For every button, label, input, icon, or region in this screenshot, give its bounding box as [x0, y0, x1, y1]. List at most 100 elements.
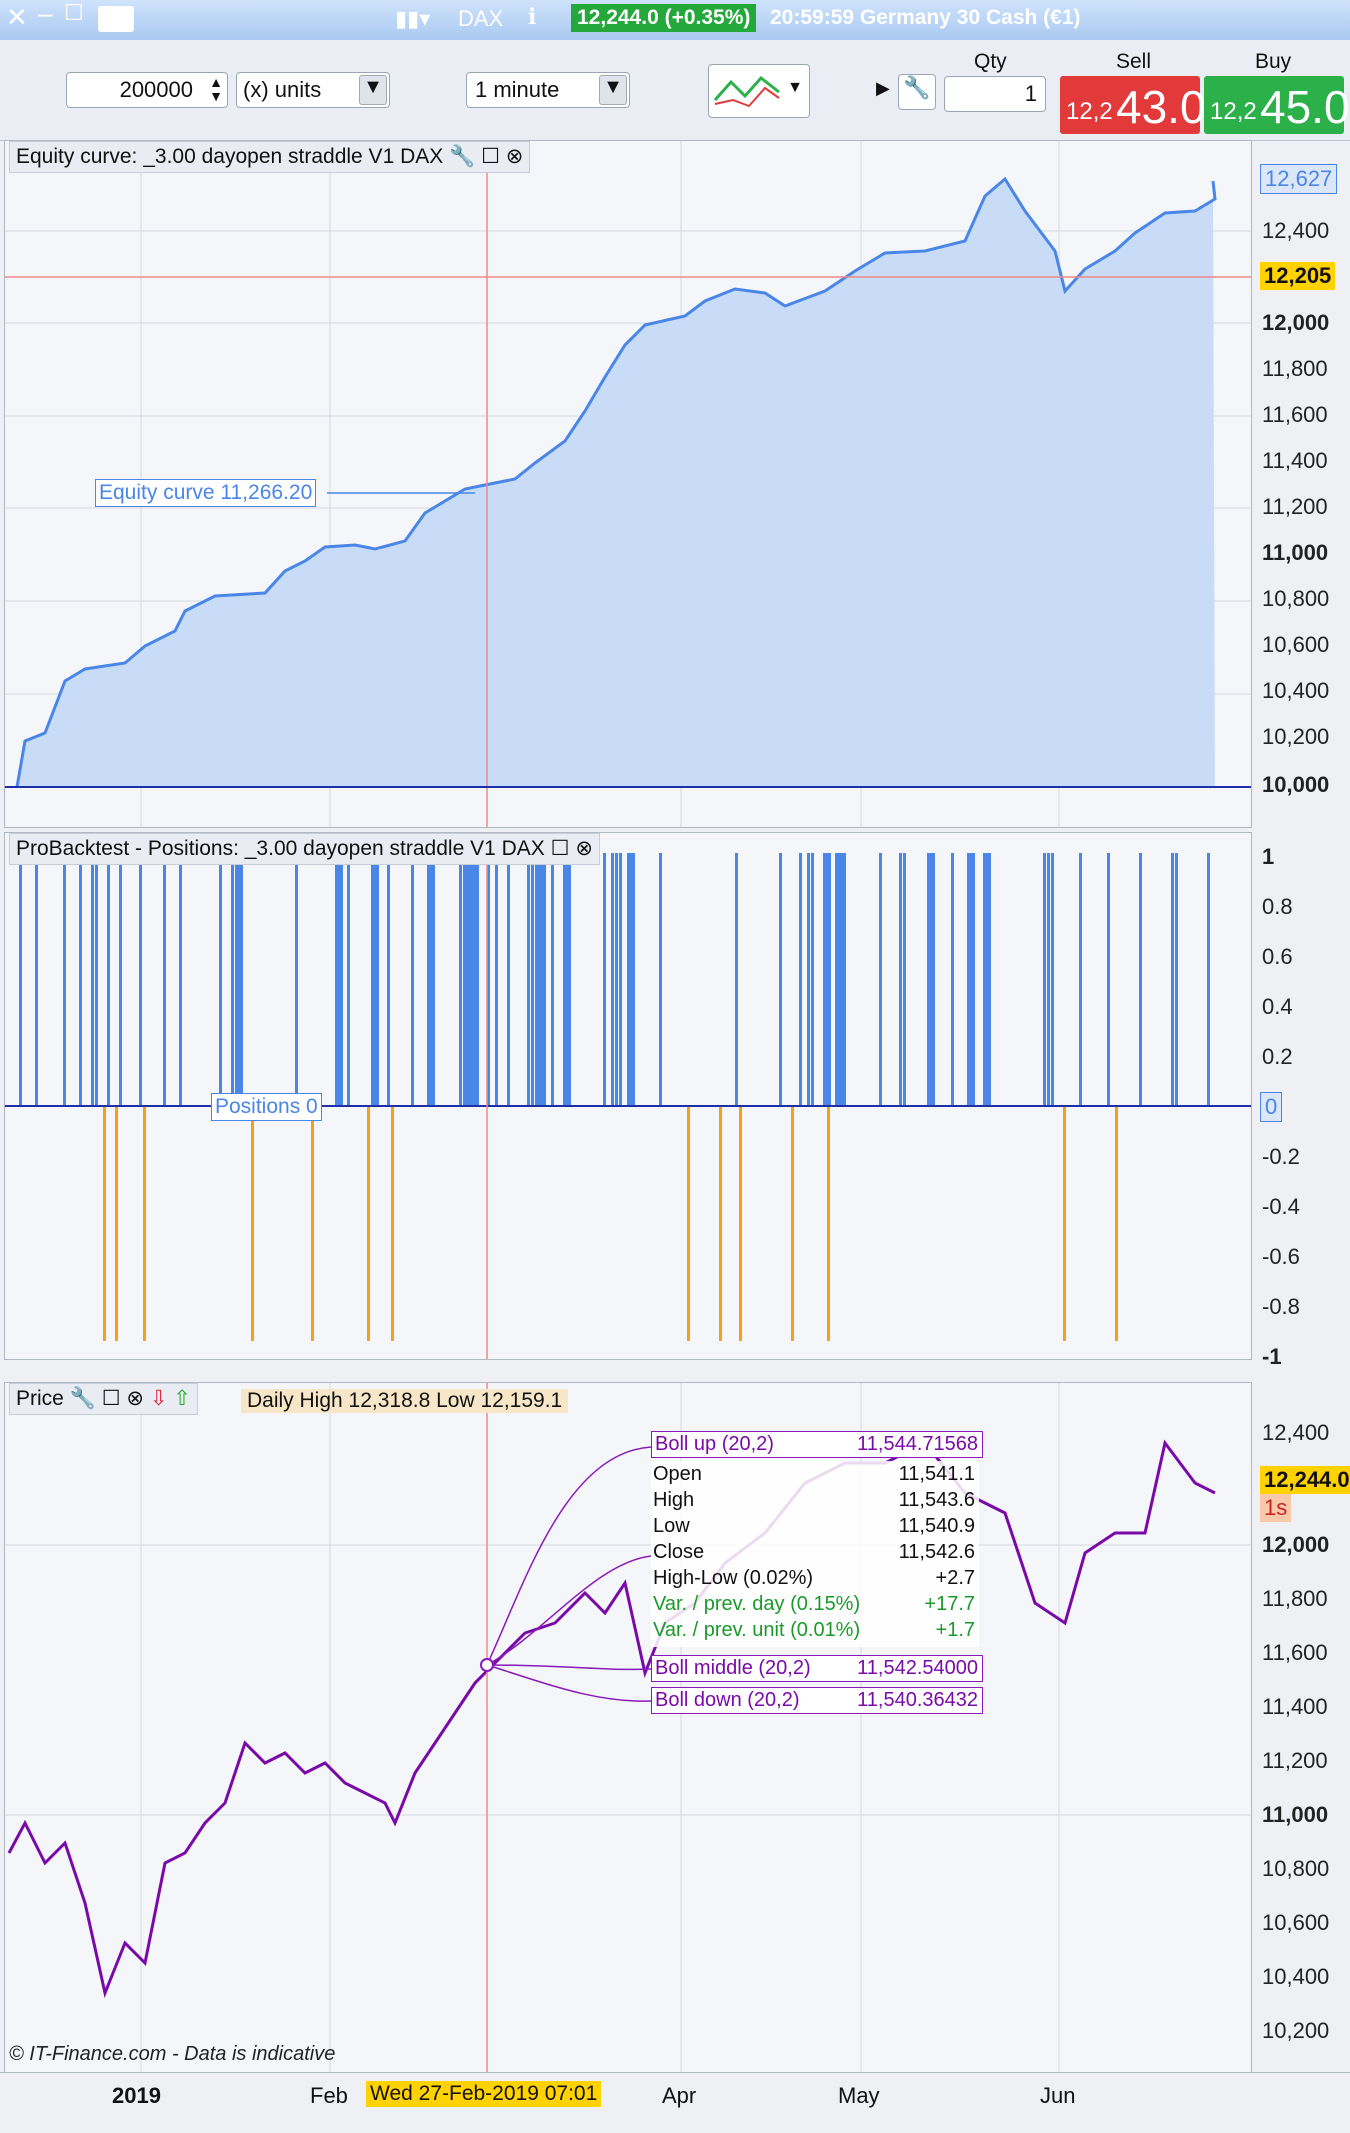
buy-button[interactable]: 12,2 45.0: [1204, 76, 1350, 134]
keyboard-icon[interactable]: [98, 6, 134, 32]
long-position-bar: [811, 853, 814, 1106]
timeframe-select[interactable]: 1 minute ▼: [466, 72, 630, 108]
qty-input[interactable]: 1: [944, 76, 1046, 112]
sell-label: Sell: [1116, 50, 1152, 73]
tick: 10,200: [1262, 724, 1330, 749]
wrench-icon[interactable]: 🔧: [70, 1387, 96, 1410]
price-panel[interactable]: Price 🔧 ☐ ⊗ ⇩ ⇧ Daily High 12,318.8 Low …: [4, 1382, 1252, 2074]
tick: 0.8: [1262, 894, 1293, 919]
close-window-icon[interactable]: ✕: [6, 2, 28, 33]
positions-title: ProBacktest - Positions: _3.00 dayopen s…: [16, 837, 545, 860]
long-position-bar: [219, 853, 222, 1106]
copyright: © IT-Finance.com - Data is indicative: [9, 2043, 336, 2065]
buy-prefix: 12,2: [1210, 98, 1257, 125]
chevron-down-icon[interactable]: ▼: [787, 79, 803, 97]
long-position-bar: [495, 853, 498, 1106]
tick: 10,000: [1262, 772, 1330, 797]
positions-chart: [5, 833, 1251, 1359]
long-position-bar: [91, 853, 94, 1106]
price-title: Price: [16, 1387, 64, 1410]
units-select[interactable]: (x) units ▼: [236, 72, 390, 108]
long-position-bar: [95, 853, 98, 1106]
tick: -0.8: [1262, 1294, 1300, 1319]
tick: 11,800: [1262, 356, 1328, 381]
chart-type-icon[interactable]: ▮▮▾: [395, 6, 430, 32]
cursor-point: [480, 1658, 494, 1672]
long-position-bar: [659, 853, 662, 1106]
tick: 1: [1262, 844, 1275, 869]
tick: 10,200: [1262, 2018, 1330, 2043]
long-position-bar: [79, 853, 82, 1106]
tick: 0.4: [1262, 994, 1293, 1019]
short-position-bar: [791, 1106, 794, 1341]
high-label: High: [653, 1489, 695, 1511]
close-panel-icon[interactable]: ⊗: [126, 1387, 144, 1410]
long-position-bar: [335, 853, 343, 1106]
sell-button[interactable]: 12,2 43.0: [1060, 76, 1206, 134]
boll-up-value: 11,544.71568: [857, 1433, 978, 1455]
maximize-panel-icon[interactable]: ☐: [481, 145, 500, 168]
arrow-down-icon[interactable]: ⇩: [150, 1387, 168, 1410]
tick: 11,800: [1262, 1586, 1328, 1611]
long-position-bar: [823, 853, 831, 1106]
minimize-window-icon[interactable]: –: [38, 0, 52, 29]
indicator-button[interactable]: ▼: [708, 64, 810, 118]
long-position-bar: [1171, 853, 1174, 1106]
short-position-bar: [827, 1106, 830, 1341]
daily-high-low: Daily High 12,318.8 Low 12,159.1: [241, 1389, 569, 1413]
low-label: Low: [653, 1515, 690, 1537]
long-position-bar: [235, 853, 243, 1106]
long-position-bar: [1175, 853, 1178, 1106]
tick: 12,400: [1262, 218, 1330, 243]
maximize-window-icon[interactable]: ☐: [64, 0, 84, 26]
symbol-label[interactable]: DAX: [458, 6, 503, 32]
timeframe-value: 1 minute: [475, 77, 560, 102]
long-position-bar: [983, 853, 991, 1106]
equity-curve-panel[interactable]: Equity curve: _3.00 dayopen straddle V1 …: [4, 140, 1252, 828]
tick: 0.2: [1262, 1044, 1293, 1069]
qty-label: Qty: [974, 50, 1007, 73]
long-position-bar: [879, 853, 882, 1106]
long-position-bar: [163, 853, 166, 1106]
wrench-icon[interactable]: 🔧: [449, 145, 475, 168]
long-position-bar: [347, 853, 350, 1106]
chevron-down-icon[interactable]: ▼: [599, 75, 627, 105]
tick: -0.4: [1262, 1194, 1300, 1219]
long-position-bar: [467, 853, 470, 1106]
close-panel-icon[interactable]: ⊗: [506, 145, 524, 168]
long-position-bar: [1051, 853, 1054, 1106]
long-position-bar: [551, 853, 554, 1106]
sell-price: 43.0: [1116, 81, 1206, 133]
play-icon[interactable]: ▶: [876, 78, 890, 99]
long-position-bar: [615, 853, 618, 1106]
tick: 11,000: [1262, 540, 1329, 565]
positions-panel[interactable]: ProBacktest - Positions: _3.00 dayopen s…: [4, 832, 1252, 1360]
boll-down-row: Boll down (20,2) 11,540.36432: [651, 1687, 983, 1714]
boll-middle-label: Boll middle (20,2): [655, 1657, 811, 1679]
short-position-bar: [719, 1106, 722, 1341]
maximize-panel-icon[interactable]: ☐: [102, 1387, 121, 1410]
amount-input[interactable]: 200000 ▲ ▼: [66, 72, 228, 108]
tick: 10,600: [1262, 1910, 1330, 1935]
high-low-label: High-Low (0.02%): [653, 1567, 814, 1589]
long-position-bar: [603, 853, 606, 1106]
wrench-icon[interactable]: 🔧: [898, 74, 936, 110]
maximize-panel-icon[interactable]: ☐: [551, 837, 570, 860]
instrument-title: 20:59:59 Germany 30 Cash (€1): [770, 6, 1081, 29]
sell-prefix: 12,2: [1066, 98, 1113, 125]
amount-stepper-icon[interactable]: ▲ ▼: [209, 75, 223, 103]
indicator-chart-icon: [713, 75, 780, 108]
short-position-bar: [687, 1106, 690, 1341]
info-icon[interactable]: ℹ: [528, 4, 536, 30]
long-position-bar: [543, 853, 546, 1106]
close-panel-icon[interactable]: ⊗: [575, 837, 593, 860]
long-position-bar: [1079, 853, 1082, 1106]
countdown-badge: 1s: [1260, 1494, 1292, 1522]
long-position-bar: [119, 853, 122, 1106]
equity-y-axis: 12,627 12,400 12,205 12,000 11,800 11,60…: [1252, 140, 1350, 826]
tick: 11,200: [1262, 1748, 1328, 1773]
position-bars: [19, 853, 1210, 1341]
arrow-up-icon[interactable]: ⇧: [173, 1387, 191, 1410]
short-position-bar: [115, 1106, 118, 1341]
chevron-down-icon[interactable]: ▼: [359, 75, 387, 105]
